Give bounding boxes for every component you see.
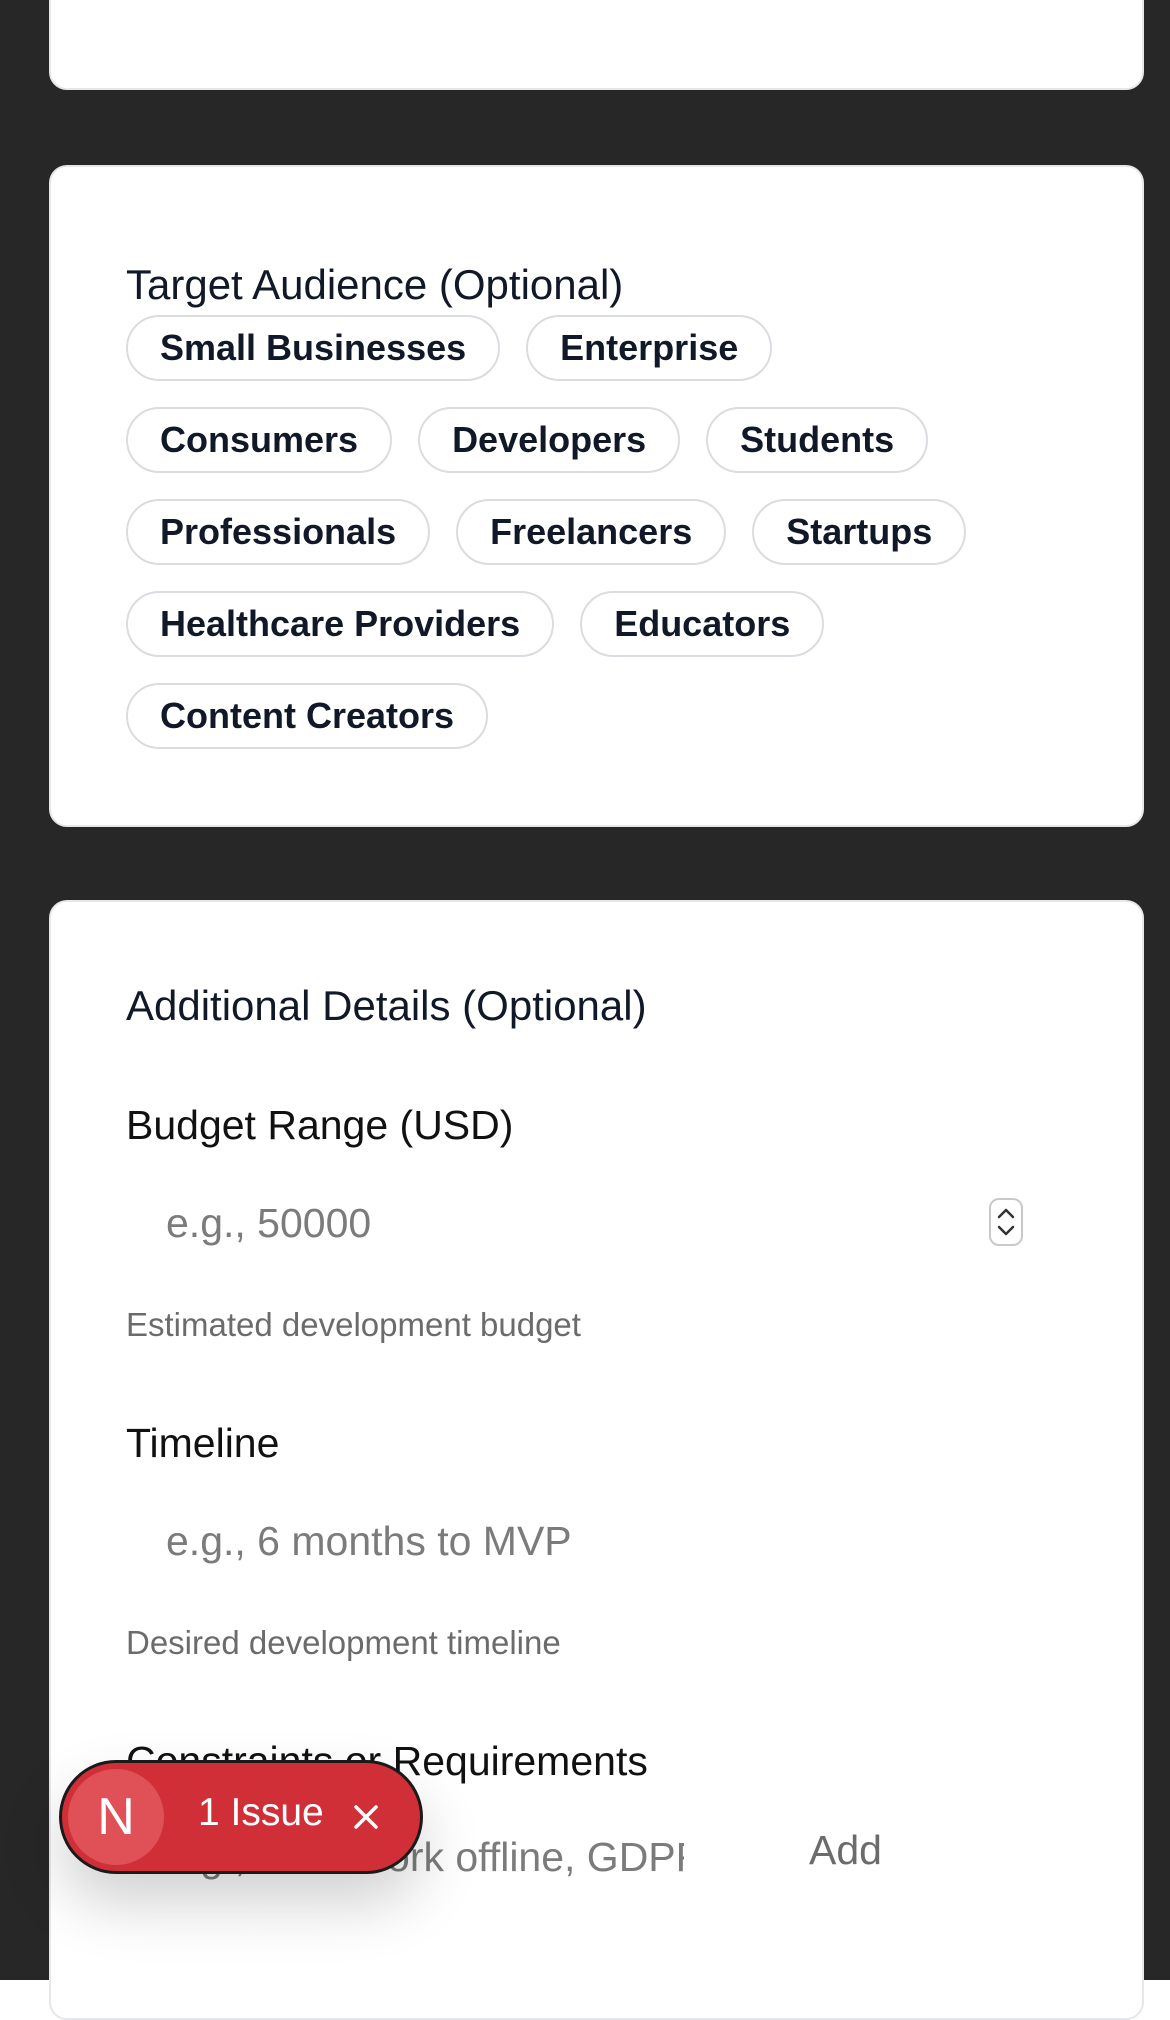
budget-label: Budget Range (USD) <box>126 1102 514 1148</box>
audience-chip[interactable]: Content Creators <box>126 683 489 749</box>
section-title: Additional Details (Optional) <box>126 982 647 1029</box>
audience-chip[interactable]: Startups <box>752 499 967 565</box>
chevron-up-icon <box>997 1208 1015 1219</box>
timeline-label: Timeline <box>126 1420 280 1466</box>
audience-chip[interactable]: Educators <box>580 591 825 657</box>
add-constraint-button[interactable]: Add <box>809 1827 882 1874</box>
chip-row: Professionals Freelancers Startups <box>126 499 1076 565</box>
audience-chip[interactable]: Healthcare Providers <box>126 591 555 657</box>
previous-section-card <box>49 0 1144 90</box>
avatar: N <box>68 1769 164 1865</box>
audience-chip[interactable]: Small Businesses <box>126 315 501 381</box>
close-icon[interactable] <box>348 1799 384 1835</box>
audience-chip[interactable]: Students <box>706 407 929 473</box>
chip-row: Healthcare Providers Educators <box>126 591 1076 657</box>
target-audience-card: Target Audience (Optional) Small Busines… <box>49 165 1144 827</box>
audience-chip[interactable]: Consumers <box>126 407 393 473</box>
audience-chip[interactable]: Professionals <box>126 499 431 565</box>
timeline-input[interactable] <box>126 1506 1026 1576</box>
audience-chip-group: Small Businesses Enterprise Consumers Devel… <box>126 315 1076 775</box>
audience-chip[interactable]: Freelancers <box>456 499 727 565</box>
budget-input[interactable] <box>126 1188 1026 1258</box>
chip-row: Consumers Developers Students <box>126 407 1076 473</box>
audience-chip[interactable]: Developers <box>418 407 681 473</box>
chevron-down-icon <box>997 1225 1015 1236</box>
budget-stepper[interactable] <box>989 1198 1023 1246</box>
issue-badge[interactable]: N 1 Issue <box>59 1760 423 1874</box>
budget-help-text: Estimated development budget <box>126 1306 581 1343</box>
section-title: Target Audience (Optional) <box>126 261 624 308</box>
timeline-help-text: Desired development timeline <box>126 1624 561 1661</box>
chip-row: Small Businesses Enterprise <box>126 315 1076 381</box>
issue-count: 1 Issue <box>198 1791 324 1834</box>
audience-chip[interactable]: Enterprise <box>526 315 773 381</box>
chip-row: Content Creators <box>126 683 1076 749</box>
